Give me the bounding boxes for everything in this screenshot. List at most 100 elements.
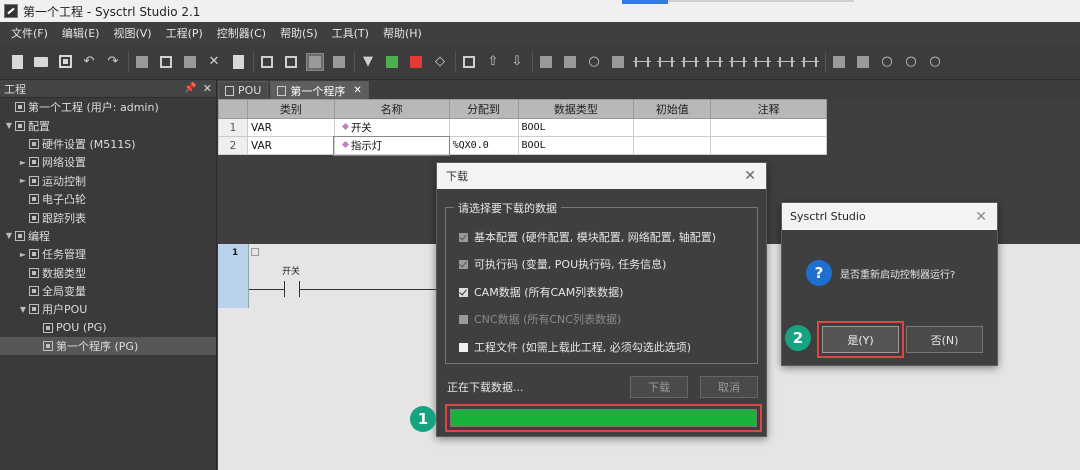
category-cell[interactable]: VAR	[246, 118, 335, 137]
column-header[interactable]: 类别	[246, 99, 335, 119]
download-option[interactable]: CAM数据 (所有CAM列表数据)	[459, 284, 623, 300]
block-icon[interactable]	[854, 53, 872, 71]
download-option[interactable]: 可执行码 (变量, POU执行码, 任务信息)	[459, 256, 666, 272]
tree-item[interactable]: ▼ 配置	[0, 116, 216, 134]
column-header[interactable]: 分配到	[448, 99, 519, 119]
init-cell[interactable]	[633, 118, 712, 137]
checkbox-checked[interactable]	[459, 287, 468, 297]
clean-icon[interactable]	[282, 53, 300, 71]
name-cell[interactable]: 开关	[333, 118, 450, 137]
menu-file[interactable]: 文件(F)	[4, 25, 55, 41]
menu-edit[interactable]: 编辑(E)	[55, 25, 107, 41]
contact-parallel-n-icon[interactable]	[801, 53, 819, 71]
tree-item[interactable]: ▼ 编程	[0, 227, 216, 245]
contact-nc-icon[interactable]	[657, 53, 675, 71]
table-row[interactable]: 1 VAR 开关 BOOL	[218, 118, 827, 137]
monitor-icon[interactable]	[460, 53, 478, 71]
step-down-icon[interactable]: ⇩	[508, 53, 526, 71]
coil-reset-icon[interactable]: ○	[926, 53, 944, 71]
contact-n-icon[interactable]	[705, 53, 723, 71]
table-row[interactable]: 2 VAR 指示灯 %QX0.0 BOOL	[218, 135, 827, 156]
chevron-right-icon[interactable]: ►	[18, 250, 28, 259]
tree-item[interactable]: 全局变量	[0, 282, 216, 300]
contact-p-icon[interactable]	[681, 53, 699, 71]
column-header[interactable]: 数据类型	[517, 99, 635, 119]
tree-item[interactable]: ► 运动控制	[0, 172, 216, 190]
tree-item[interactable]: 第一个工程 (用户: admin)	[0, 98, 216, 116]
new-file-icon[interactable]	[8, 53, 26, 71]
chevron-down-icon[interactable]: ▼	[4, 121, 14, 130]
coil-icon[interactable]: ○	[878, 53, 896, 71]
ladder-tool-icon[interactable]	[609, 53, 627, 71]
stop-icon[interactable]	[407, 53, 425, 71]
copy-icon[interactable]	[133, 53, 151, 71]
checkbox-checked[interactable]	[459, 232, 468, 242]
rung-expand-icon[interactable]	[251, 248, 259, 256]
download-button[interactable]: 下载	[630, 376, 688, 398]
paste-icon[interactable]	[181, 53, 199, 71]
contact-bar[interactable]	[299, 281, 300, 297]
no-button[interactable]: 否(N)	[906, 326, 983, 353]
save-icon[interactable]	[56, 53, 74, 71]
address-cell[interactable]: %QX0.0	[448, 136, 519, 155]
close-icon[interactable]: ✕	[975, 209, 987, 225]
menu-view[interactable]: 视图(V)	[106, 25, 158, 41]
run-icon[interactable]	[383, 53, 401, 71]
menu-tools[interactable]: 工具(T)	[325, 25, 376, 41]
tree-item[interactable]: 硬件设置 (M511S)	[0, 135, 216, 153]
tree-item[interactable]: 数据类型	[0, 264, 216, 282]
type-cell[interactable]: BOOL	[517, 118, 635, 137]
contact-no-icon[interactable]	[633, 53, 651, 71]
delete-icon[interactable]: ✕	[205, 53, 223, 71]
chevron-right-icon[interactable]: ►	[18, 176, 28, 185]
contact-parallel-nc-icon[interactable]	[753, 53, 771, 71]
close-icon[interactable]: ✕	[744, 168, 756, 184]
login-icon[interactable]	[306, 52, 324, 71]
address-cell[interactable]	[448, 118, 519, 137]
reset-icon[interactable]: ◇	[431, 53, 449, 71]
tree-item[interactable]: 跟踪列表	[0, 208, 216, 226]
ladder-tool-icon[interactable]	[537, 53, 555, 71]
ladder-tool-icon[interactable]	[561, 53, 579, 71]
comment-cell[interactable]	[710, 136, 827, 155]
tab-first-program[interactable]: 第一个程序 ✕	[270, 81, 369, 99]
ladder-tool-icon[interactable]: ○	[585, 53, 603, 71]
menu-project[interactable]: 工程(P)	[159, 25, 210, 41]
logout-icon[interactable]	[330, 53, 348, 71]
column-header[interactable]: 名称	[333, 99, 450, 119]
chevron-down-icon[interactable]: ▼	[18, 305, 28, 314]
column-header[interactable]: 注释	[710, 99, 827, 119]
coil-set-icon[interactable]: ○	[902, 53, 920, 71]
checkbox-unchecked[interactable]	[459, 342, 468, 352]
step-up-icon[interactable]: ⇧	[484, 53, 502, 71]
menu-help[interactable]: 帮助(H)	[376, 25, 429, 41]
comment-cell[interactable]	[710, 118, 827, 137]
name-cell[interactable]: 指示灯	[333, 135, 451, 156]
clipboard-icon[interactable]	[229, 53, 247, 71]
download-icon[interactable]: ▼	[359, 53, 377, 71]
cancel-button[interactable]: 取消	[700, 376, 758, 398]
tree-item[interactable]: ► 网络设置	[0, 153, 216, 171]
menu-help-s[interactable]: 帮助(S)	[273, 25, 325, 41]
menu-controller[interactable]: 控制器(C)	[210, 25, 273, 41]
tab-pou[interactable]: POU	[218, 81, 269, 99]
tree-item[interactable]: ► 任务管理	[0, 245, 216, 263]
build-icon[interactable]	[258, 53, 276, 71]
init-cell[interactable]	[633, 136, 712, 155]
chevron-down-icon[interactable]: ▼	[4, 231, 14, 240]
contact-bar[interactable]	[284, 281, 285, 297]
yes-button[interactable]: 是(Y)	[822, 326, 899, 353]
cut-icon[interactable]	[157, 53, 175, 71]
checkbox-checked[interactable]	[459, 259, 468, 269]
contact-parallel-p-icon[interactable]	[777, 53, 795, 71]
tree-item[interactable]: 电子凸轮	[0, 190, 216, 208]
tree-item[interactable]: POU (PG)	[0, 319, 216, 337]
category-cell[interactable]: VAR	[246, 136, 335, 155]
block-icon[interactable]	[830, 53, 848, 71]
tree-item[interactable]: 第一个程序 (PG)	[0, 337, 216, 356]
redo-icon[interactable]: ↷	[104, 53, 122, 71]
pin-icon[interactable]: 📌	[184, 83, 196, 94]
close-icon[interactable]: ✕	[203, 82, 212, 95]
column-header[interactable]: 初始值	[633, 99, 712, 119]
contact-parallel-icon[interactable]	[729, 53, 747, 71]
